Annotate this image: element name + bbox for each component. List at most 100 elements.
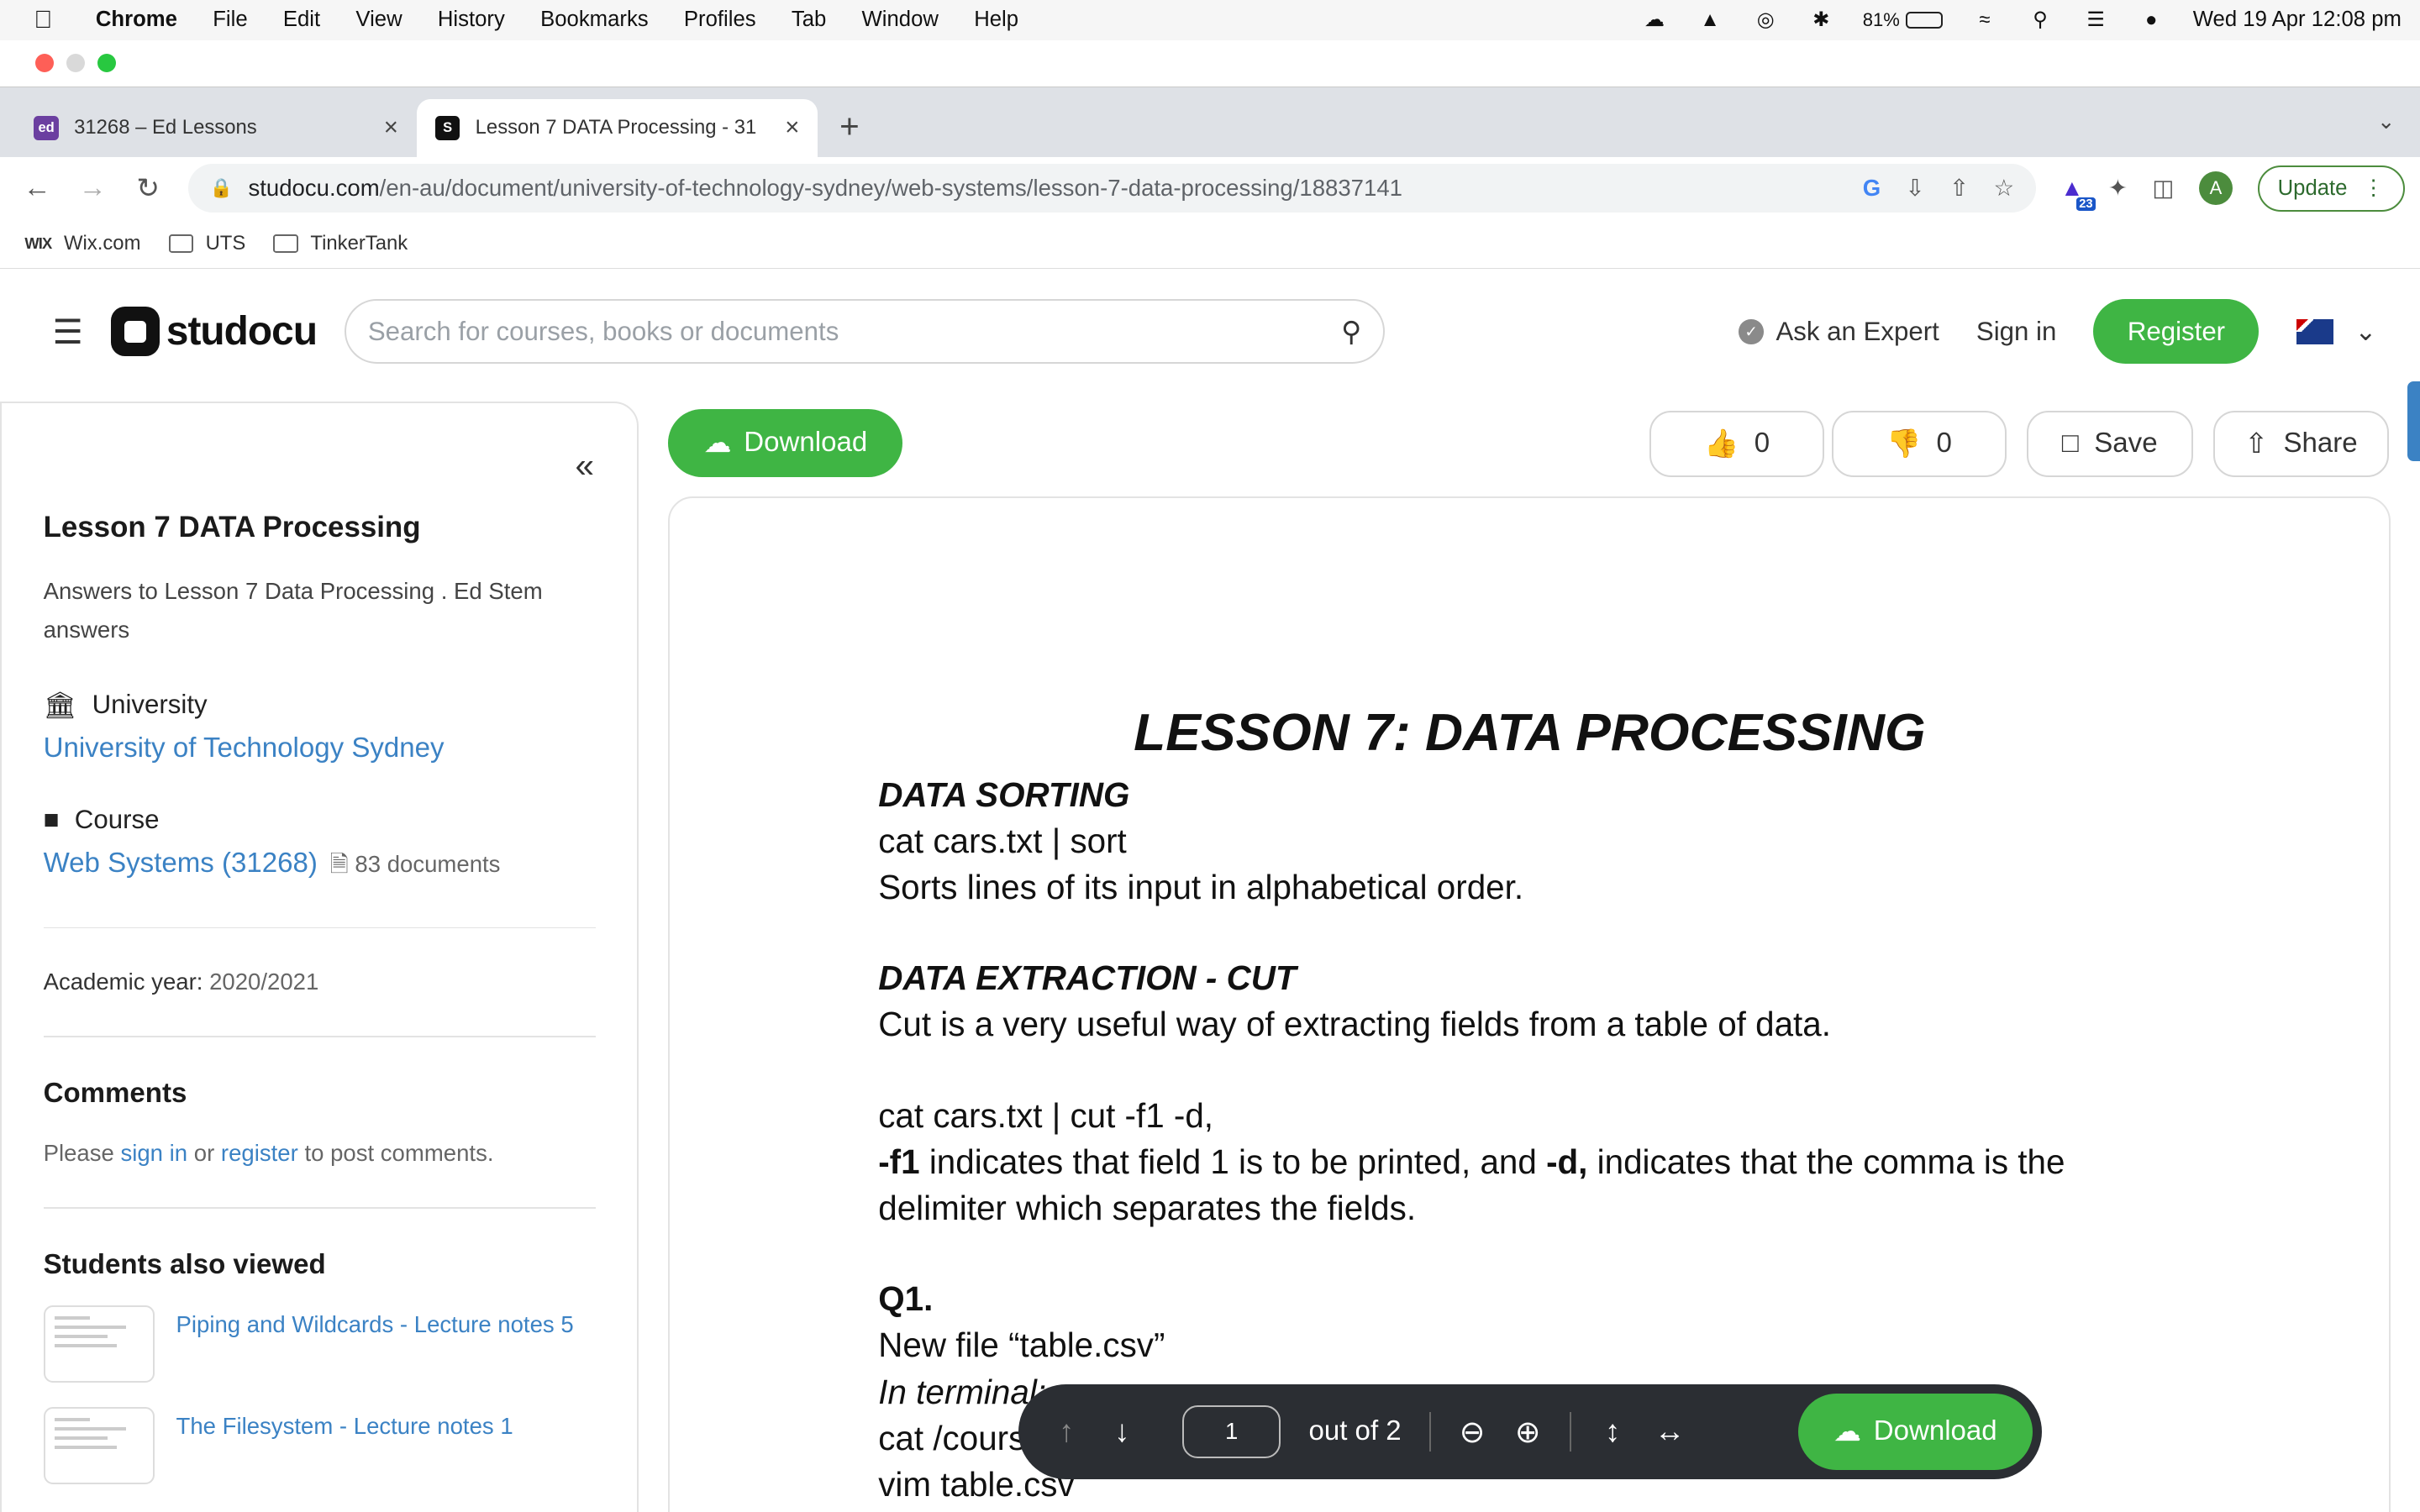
bookmark-tinkertank[interactable]: TinkerTank [273,232,408,255]
minimize-window-button[interactable] [66,54,85,73]
thumbs-down-icon: 👎 [1886,428,1922,459]
update-button[interactable]: Update ⋮ [2257,165,2405,212]
close-window-button[interactable] [35,54,55,73]
extension-badge-count: 23 [2075,197,2096,212]
list-item[interactable]: The Filesystem - Lecture notes 1 [43,1407,596,1484]
menu-edit[interactable]: Edit [283,8,320,32]
search-icon[interactable]: ⚲ [1341,315,1361,349]
tab-search-chevron-icon[interactable]: ⌄ [2377,109,2396,134]
folder-icon [273,234,298,253]
extension-grad-cap-icon[interactable]: ▲ 23 [2060,175,2096,212]
collapse-sidebar-icon[interactable]: « [576,446,594,486]
folder-icon: ■ [43,805,60,835]
course-label-row: ■ Course [44,805,596,835]
menu-tab[interactable]: Tab [792,8,826,32]
chevron-down-icon: ⌄ [2354,316,2377,346]
sign-in-comment-link[interactable]: sign in [120,1140,187,1166]
drive-icon[interactable]: ▲ [1697,9,1724,31]
new-tab-icon[interactable]: + [839,107,860,146]
sign-in-link[interactable]: Sign in [1976,317,2056,347]
forward-icon[interactable]: → [77,172,108,204]
viewer-download-button[interactable]: ☁ Download [1797,1393,2033,1471]
zoom-window-button[interactable] [97,54,116,73]
site-header: ☰ studocu Search for courses, books or d… [0,268,2420,396]
menu-window[interactable]: Window [862,8,939,32]
course-row: Web Systems (31268) 🗎 83 documents [44,848,596,887]
zoom-in-icon[interactable]: ⊕ [1514,1414,1542,1450]
also-viewed-link[interactable]: The Filesystem - Lecture notes 1 [176,1413,513,1440]
next-page-icon[interactable]: ↓ [1108,1414,1136,1449]
share-button[interactable]: ⇧ Share [2212,410,2390,477]
feedback-tab[interactable] [2407,381,2420,462]
university-link[interactable]: University of Technology Sydney [44,732,596,764]
url-path: /en-au/document/university-of-technology… [379,175,1402,202]
menu-help[interactable]: Help [974,8,1018,32]
page-number-input[interactable]: 1 [1181,1405,1281,1458]
cloud-icon[interactable]: ☁ [1640,9,1668,31]
download-button[interactable]: ☁ Download [668,408,903,477]
menu-view[interactable]: View [355,8,402,32]
reload-icon[interactable]: ↻ [133,171,164,205]
profile-avatar[interactable]: A [2198,171,2233,206]
document-thumbnail [43,1407,155,1484]
extensions-puzzle-icon[interactable]: ✦ [2108,175,2128,202]
share-page-icon[interactable]: ⇧ [1949,175,1969,202]
fit-width-icon[interactable]: ↔ [1655,1414,1686,1449]
apple-icon[interactable]:  [34,6,65,34]
divider [43,1035,596,1037]
university-label: University [92,690,208,720]
zoom-out-icon[interactable]: ⊖ [1459,1414,1486,1450]
bluetooth-icon[interactable]: ✱ [1807,9,1835,31]
ask-expert-label: Ask an Expert [1776,316,1939,346]
lock-icon[interactable]: 🔒 [210,177,233,199]
wifi-icon[interactable]: ≈ [1970,9,1998,31]
academic-year-value: 2020/2021 [209,969,319,995]
close-tab-icon[interactable]: × [384,113,398,142]
doc-text: indicates that the comma is the [1587,1142,2065,1181]
google-lens-icon[interactable]: G [1863,175,1881,202]
menu-profiles[interactable]: Profiles [684,8,756,32]
hamburger-menu-icon[interactable]: ☰ [52,312,82,352]
siri-icon[interactable]: ● [2138,9,2165,31]
university-icon: 🏛 [43,690,77,720]
control-center-icon[interactable]: ☰ [2082,9,2110,31]
course-doc-count: 🗎 83 documents [330,851,501,877]
install-app-icon[interactable]: ⇩ [1906,175,1925,202]
doc-line: Cut is a very useful way of extracting f… [878,1005,1831,1044]
airdrop-icon[interactable]: ◎ [1752,9,1780,31]
fit-height-icon[interactable]: ↕ [1599,1414,1627,1449]
thumbs-up-icon: 👍 [1704,428,1739,459]
battery-indicator[interactable]: 81% [1863,9,1944,31]
studocu-logo[interactable]: studocu [110,307,318,357]
ask-expert-link[interactable]: ✓ Ask an Expert [1739,317,1939,347]
document-description: Answers to Lesson 7 Data Processing . Ed… [43,578,543,643]
bookmark-star-icon[interactable]: ☆ [1993,175,2014,202]
bookmark-uts[interactable]: UTS [168,232,245,255]
menubar-clock[interactable]: Wed 19 Apr 12:08 pm [2193,8,2402,32]
menu-file[interactable]: File [213,8,247,32]
like-button[interactable]: 👍 0 [1649,410,1824,477]
side-panel-icon[interactable]: ◫ [2152,175,2174,202]
course-link[interactable]: Web Systems (31268) [44,848,318,879]
previous-page-icon[interactable]: ↑ [1053,1414,1081,1449]
bookmark-wix[interactable]: WIX Wix.com [24,232,140,255]
also-viewed-link[interactable]: Piping and Wildcards - Lecture notes 5 [176,1311,574,1338]
battery-percent: 81% [1862,8,1900,30]
country-selector[interactable]: ⌄ [2296,317,2377,347]
menu-history[interactable]: History [438,8,505,32]
address-bar[interactable]: 🔒 studocu.com/en-au/document/university-… [187,163,2036,213]
battery-icon [1906,11,1944,29]
list-item[interactable]: Piping and Wildcards - Lecture notes 5 [43,1305,596,1383]
register-comment-link[interactable]: register [221,1140,298,1166]
tab-ed-lessons[interactable]: ed 31268 – Ed Lessons × [15,99,417,158]
spotlight-icon[interactable]: ⚲ [2026,9,2054,31]
save-button[interactable]: □ Save [2026,410,2193,477]
register-button[interactable]: Register [2093,299,2260,365]
close-tab-icon[interactable]: × [785,113,799,142]
menu-bookmarks[interactable]: Bookmarks [540,8,649,32]
tab-studocu-lesson[interactable]: S Lesson 7 DATA Processing - 31 × [416,98,818,158]
search-input[interactable]: Search for courses, books or documents ⚲ [345,299,1386,365]
menu-app-name[interactable]: Chrome [96,8,177,32]
dislike-button[interactable]: 👎 0 [1832,410,2007,477]
back-icon[interactable]: ← [22,172,53,204]
